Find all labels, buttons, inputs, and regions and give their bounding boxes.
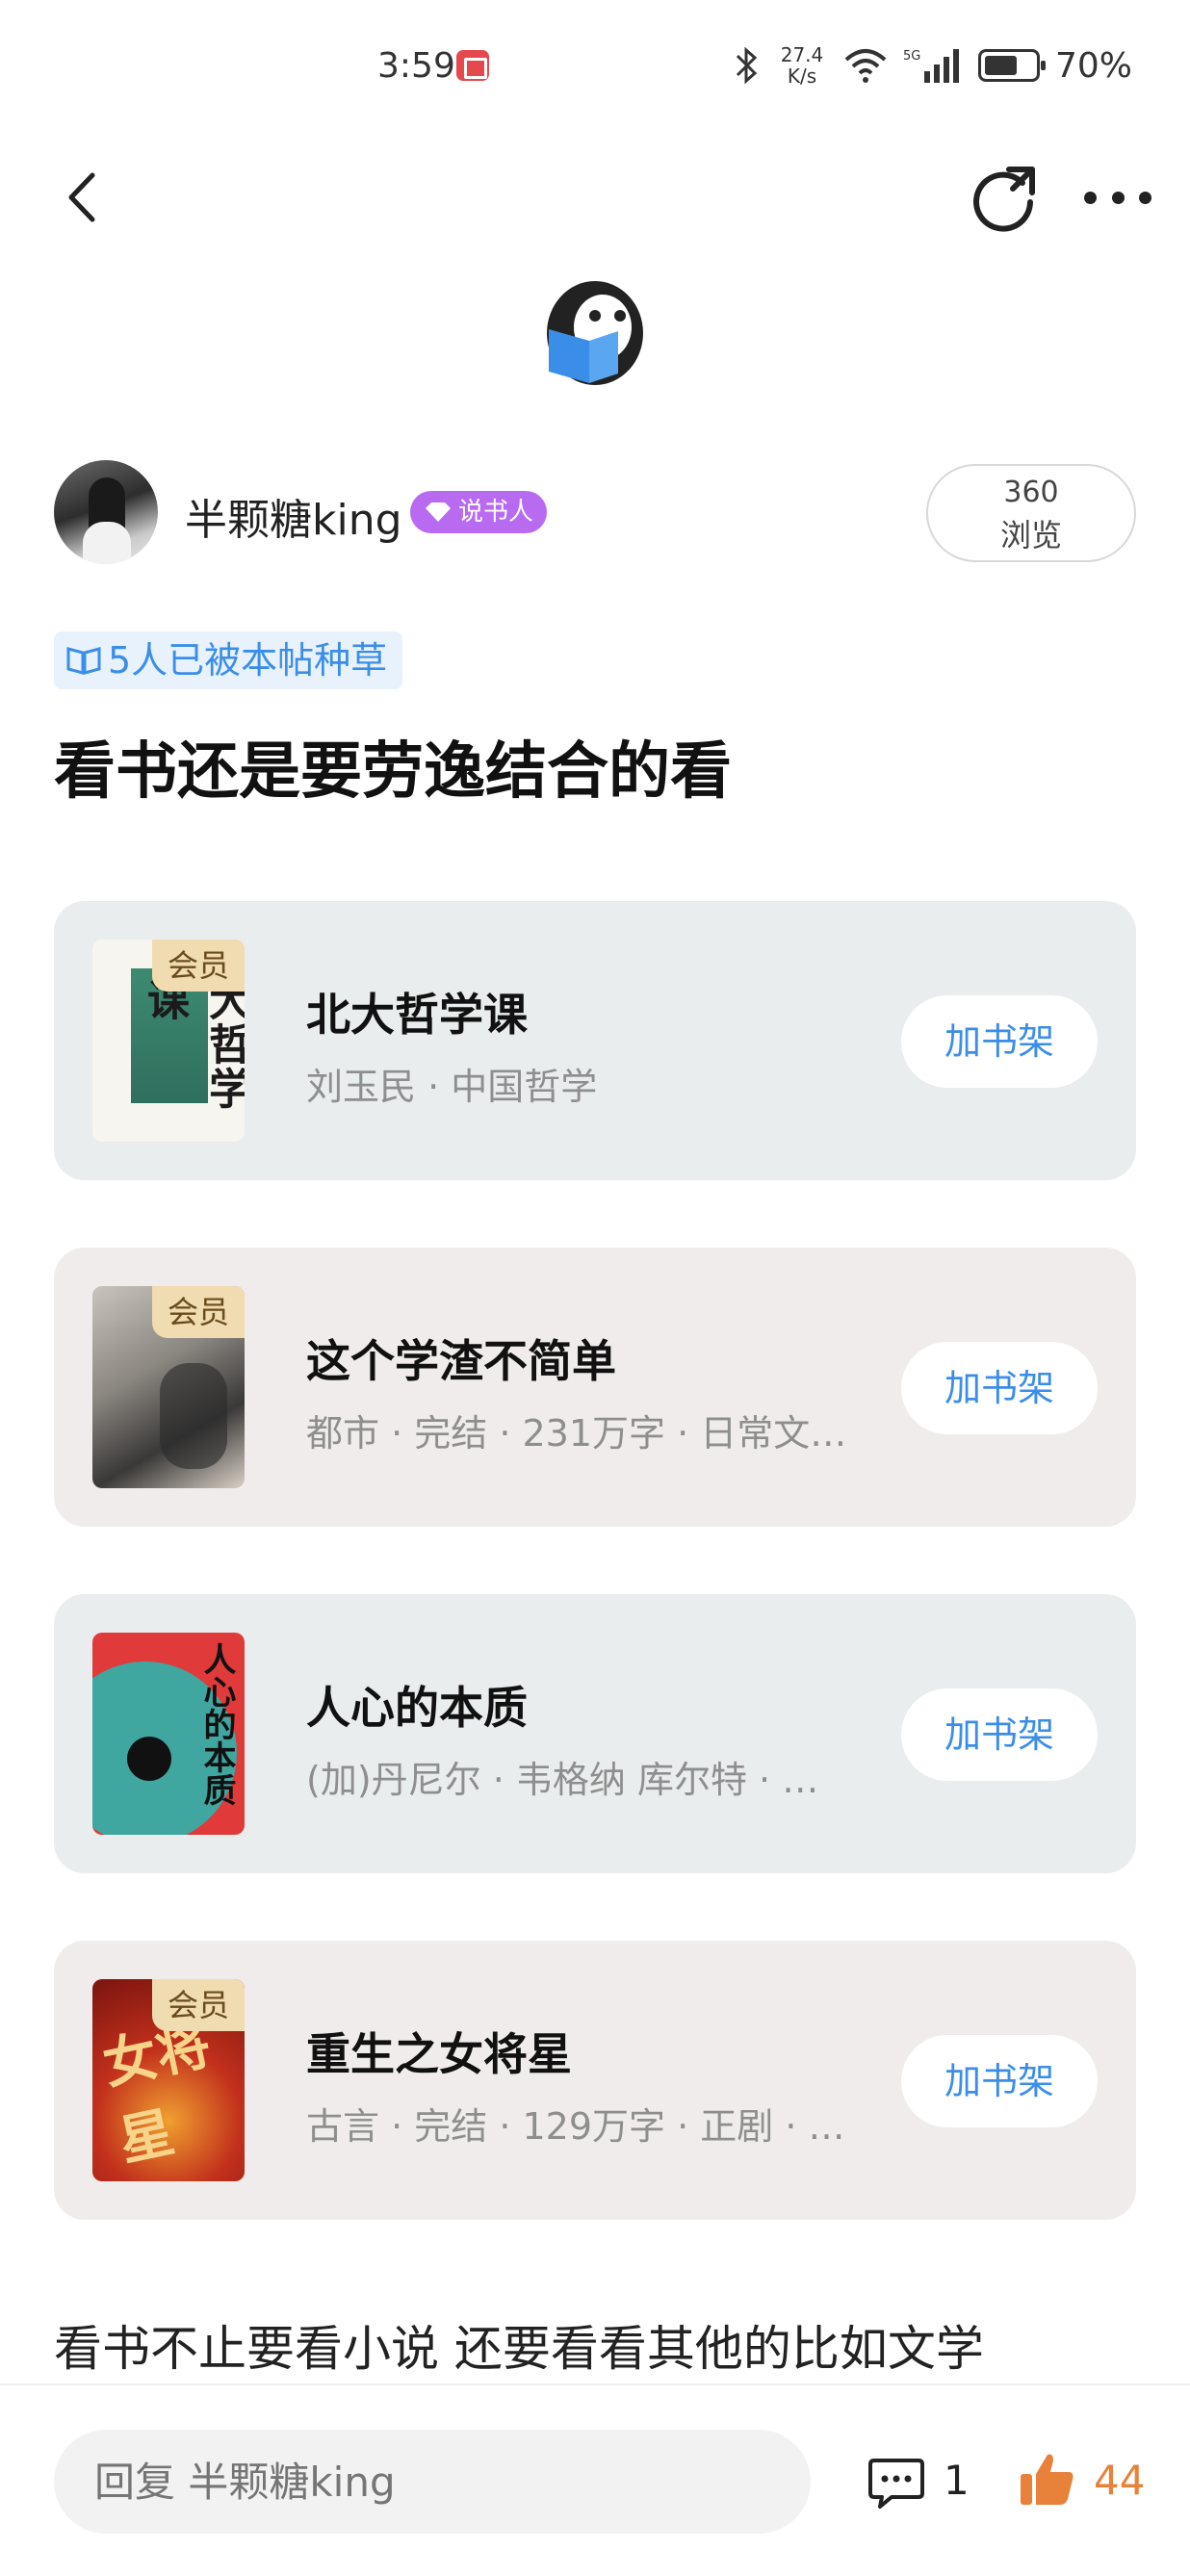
vip-tag: 会员 [152, 1979, 245, 2031]
book-card[interactable]: 人心的本质 人心的本质 (加)丹尼尔 · 韦格纳 库尔特 · … 加书架 [54, 1594, 1136, 1873]
top-nav [0, 144, 1190, 250]
storyteller-badge-label: 说书人 [458, 498, 534, 527]
reply-input[interactable] [54, 2430, 811, 2534]
recommend-tag-label: 5人已被本帖种草 [108, 639, 388, 682]
views-pill: 360 浏览 [926, 464, 1136, 562]
add-to-shelf-button[interactable]: 加书架 [901, 2035, 1098, 2127]
comment-count: 1 [944, 2457, 970, 2504]
network-speed: 27.4 K/s [776, 44, 828, 87]
more-dots-icon[interactable] [1084, 183, 1151, 212]
add-to-shelf-button[interactable]: 加书架 [901, 1342, 1098, 1434]
views-count: 360 [1003, 476, 1059, 509]
status-indicators: 27.4 K/s 5G 70% [734, 39, 1132, 92]
book-meta: 刘玉民 · 中国哲学 [306, 1066, 598, 1108]
add-to-shelf-button[interactable]: 加书架 [901, 1688, 1098, 1781]
book-cover[interactable]: 大哲学课 会员 [92, 940, 245, 1142]
vip-tag: 会员 [152, 940, 245, 992]
bluetooth-icon [736, 46, 758, 85]
book-cover[interactable]: 女将星 会员 [92, 1979, 245, 2181]
svg-text:5G: 5G [903, 49, 920, 64]
post-body-text: 看书不止要看小说 还要看看其他的比如文学 [54, 2321, 984, 2377]
battery-icon [977, 49, 1046, 82]
book-open-icon [66, 647, 101, 675]
wifi-icon [844, 49, 887, 83]
book-cover[interactable]: 会员 [92, 1286, 245, 1488]
storyteller-badge: 说书人 [410, 491, 548, 533]
bottom-bar: 1 44 [0, 2383, 1190, 2576]
cover-title-art: 人心的本质 [197, 1642, 236, 1806]
add-to-shelf-button[interactable]: 加书架 [901, 995, 1098, 1088]
cellular-signal-icon: 5G [903, 49, 959, 83]
book-cover[interactable]: 人心的本质 [92, 1633, 245, 1835]
network-speed-unit: K/s [787, 64, 817, 88]
comment-icon[interactable] [867, 2455, 926, 2511]
book-title[interactable]: 北大哲学课 [306, 980, 528, 1043]
book-title[interactable]: 人心的本质 [306, 1673, 528, 1737]
penguin-reading-mascot-icon [547, 281, 643, 385]
reader-app-icon [456, 50, 489, 81]
chevron-left-icon[interactable] [58, 164, 116, 231]
avatar[interactable] [54, 460, 158, 564]
book-meta: (加)丹尼尔 · 韦格纳 库尔特 · … [306, 1759, 819, 1801]
book-meta: 都市 · 完结 · 231万字 · 日常文… [306, 1412, 847, 1455]
views-label: 浏览 [999, 517, 1062, 554]
book-card[interactable]: 女将星 会员 重生之女将星 古言 · 完结 · 129万字 · 正剧 · … 加… [54, 1941, 1136, 2220]
battery-fill [984, 56, 1017, 75]
thumbs-up-icon[interactable] [1017, 2449, 1076, 2509]
cover-title-art: 大哲学课 [140, 978, 245, 1111]
book-card[interactable]: 会员 这个学渣不简单 都市 · 完结 · 231万字 · 日常文… 加书架 [54, 1248, 1136, 1527]
refresh-icon[interactable] [965, 160, 1042, 237]
book-card[interactable]: 大哲学课 会员 北大哲学课 刘玉民 · 中国哲学 加书架 [54, 901, 1136, 1180]
battery-percentage: 70% [1054, 45, 1132, 86]
like-count: 44 [1094, 2457, 1146, 2504]
book-meta: 古言 · 完结 · 129万字 · 正剧 · … [306, 2105, 845, 2148]
post-title: 看书还是要劳逸结合的看 [54, 736, 732, 808]
author-name[interactable]: 半颗糖king [185, 485, 402, 547]
recommend-tag: 5人已被本帖种草 [54, 631, 403, 689]
status-time: 3:59 [377, 46, 455, 86]
book-title[interactable]: 重生之女将星 [306, 2020, 572, 2083]
diamond-icon [426, 502, 451, 522]
vip-tag: 会员 [152, 1286, 245, 1338]
network-speed-value: 27.4 [780, 43, 824, 66]
book-title[interactable]: 这个学渣不简单 [306, 1327, 616, 1390]
status-bar: 3:59 27.4 K/s 5G 70% [0, 0, 1190, 135]
